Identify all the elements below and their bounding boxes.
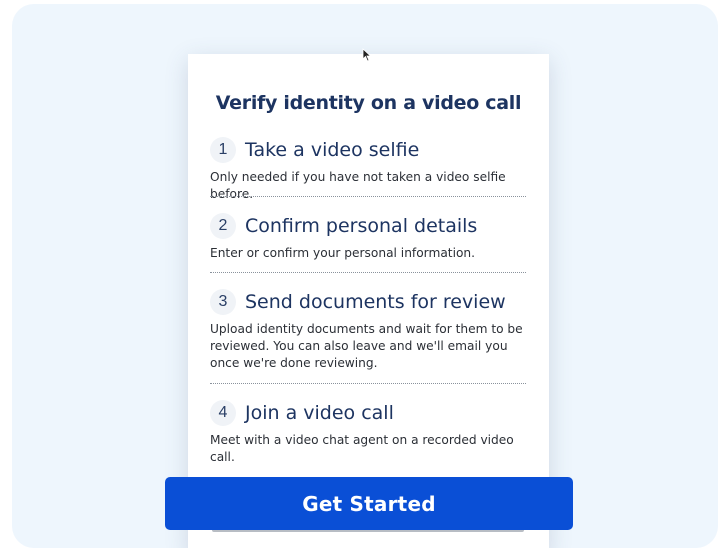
page-title: Verify identity on a video call <box>215 92 522 114</box>
step-3: 3 Send documents for review Upload ident… <box>210 288 526 372</box>
step-number: 1 <box>210 137 236 163</box>
step-4: 4 Join a video call Meet with a video ch… <box>210 399 526 466</box>
step-description: Meet with a video chat agent on a record… <box>210 433 514 464</box>
page-background: Verify identity on a video call 1 Take a… <box>12 4 718 548</box>
step-description: Only needed if you have not taken a vide… <box>210 170 506 201</box>
step-title: Join a video call <box>245 402 394 424</box>
step-title: Send documents for review <box>245 291 506 313</box>
step-description: Enter or confirm your personal informati… <box>210 246 476 260</box>
step-2: 2 Confirm personal details Enter or conf… <box>210 212 526 262</box>
step-1: 1 Take a video selfie Only needed if you… <box>210 136 526 203</box>
divider <box>210 272 526 273</box>
step-number: 2 <box>210 213 236 239</box>
get-started-button[interactable]: Get Started <box>165 477 573 530</box>
divider <box>210 196 526 197</box>
divider <box>210 383 526 384</box>
step-title: Confirm personal details <box>245 215 478 237</box>
step-number: 3 <box>210 289 236 315</box>
mouse-pointer-icon <box>362 48 372 62</box>
steps-card: Verify identity on a video call 1 Take a… <box>188 48 549 548</box>
step-title: Take a video selfie <box>245 139 420 161</box>
step-number: 4 <box>210 400 236 426</box>
step-description: Upload identity documents and wait for t… <box>210 322 523 370</box>
